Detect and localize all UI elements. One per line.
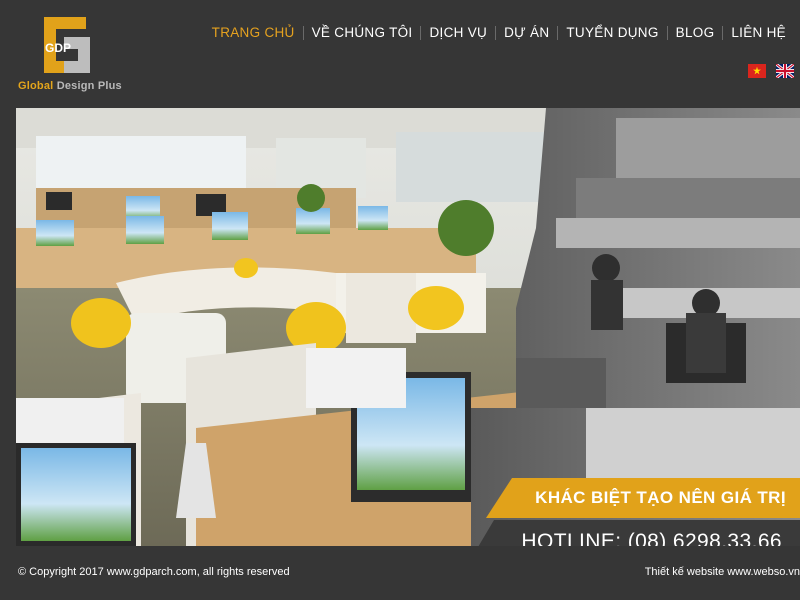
copyright-text: © Copyright 2017 www.gdparch.com, all ri… xyxy=(18,566,290,578)
vietnam-flag-icon[interactable] xyxy=(748,64,766,78)
brand-name-part1: Global xyxy=(18,80,54,92)
brand-name-part2: Design Plus xyxy=(56,80,122,92)
slogan-text: KHÁC BIỆT TẠO NÊN GIÁ TRỊ xyxy=(535,488,786,507)
slogan-banner: KHÁC BIỆT TẠO NÊN GIÁ TRỊ xyxy=(486,478,800,518)
uk-flag-icon[interactable] xyxy=(776,64,794,78)
logo[interactable]: GDP Global Design Plus xyxy=(18,12,122,96)
gdp-logo-icon: GDP xyxy=(44,17,90,73)
site-footer: © Copyright 2017 www.gdparch.com, all ri… xyxy=(0,546,800,600)
nav-item-projects[interactable]: DỰ ÁN xyxy=(496,24,557,42)
nav-item-blog[interactable]: BLOG xyxy=(668,24,723,42)
designer-credit-link[interactable]: Thiết kế website www.webso.vn xyxy=(645,566,800,578)
nav-item-home[interactable]: TRANG CHỦ xyxy=(204,24,303,42)
brand-name: Global Design Plus xyxy=(18,80,122,92)
hotline-banner: HOTLINE: (08) 6298.33.66 xyxy=(468,520,800,546)
hotline-text[interactable]: HOTLINE: (08) 6298.33.66 xyxy=(521,530,782,546)
nav-item-careers[interactable]: TUYỂN DỤNG xyxy=(558,24,666,42)
logo-letters: GDP xyxy=(45,41,71,55)
main-nav: TRANG CHỦ VỀ CHÚNG TÔI DỊCH VỤ DỰ ÁN TUY… xyxy=(204,24,794,42)
language-switcher xyxy=(748,64,794,78)
nav-item-contact[interactable]: LIÊN HỆ xyxy=(723,24,794,42)
hero-banner: KHÁC BIỆT TẠO NÊN GIÁ TRỊ HOTLINE: (08) … xyxy=(16,108,800,546)
site-header: GDP Global Design Plus TRANG CHỦ VỀ CHÚN… xyxy=(0,0,800,108)
nav-item-about[interactable]: VỀ CHÚNG TÔI xyxy=(304,24,421,42)
nav-item-services[interactable]: DỊCH VỤ xyxy=(421,24,495,42)
